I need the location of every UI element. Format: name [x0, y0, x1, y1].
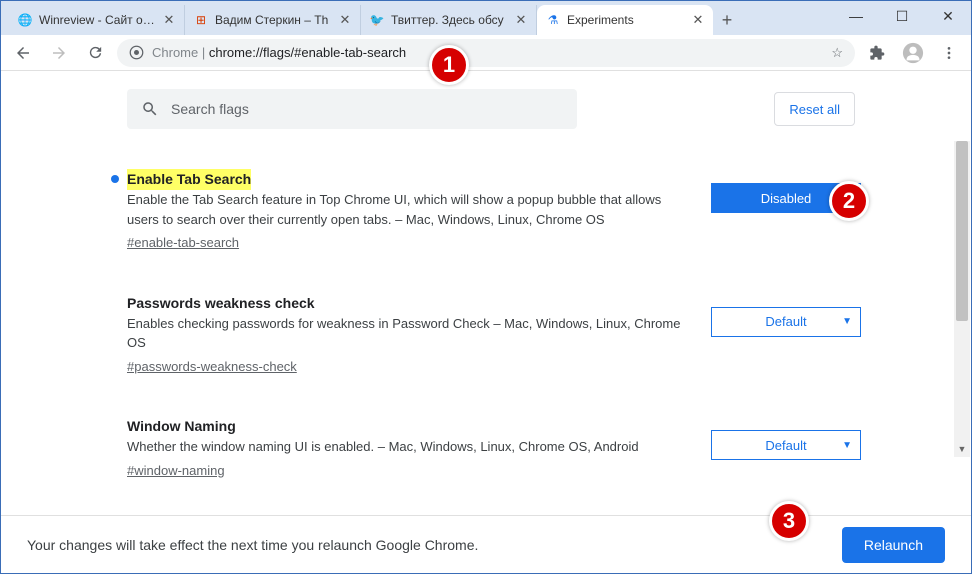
tab-title: Вадим Стеркин – Th: [215, 13, 332, 27]
avatar-icon: [902, 42, 924, 64]
flag-hash-link[interactable]: #window-naming: [127, 461, 225, 481]
flags-scroll[interactable]: Search flags Reset all Enable Tab Search…: [1, 71, 971, 515]
flag-select[interactable]: Default ▼: [711, 430, 861, 460]
puzzle-icon: [869, 45, 885, 61]
modified-dot-icon: [111, 175, 119, 183]
chevron-down-icon: ▼: [842, 316, 852, 327]
flag-select[interactable]: Default ▼: [711, 307, 861, 337]
tab-title: Experiments: [567, 13, 685, 27]
flag-hash-link[interactable]: #enable-tab-search: [127, 233, 239, 253]
close-icon[interactable]: ✕: [162, 13, 176, 27]
profile-button[interactable]: [899, 39, 927, 67]
annotation-badge-2: 2: [829, 181, 869, 221]
arrow-left-icon: [14, 44, 32, 62]
tab-3-active[interactable]: ⚗ Experiments ✕: [537, 5, 713, 35]
arrow-right-icon: [50, 44, 68, 62]
search-placeholder: Search flags: [171, 101, 249, 117]
close-icon[interactable]: ✕: [514, 13, 528, 27]
select-value: Default: [765, 438, 806, 453]
maximize-button[interactable]: ☐: [879, 1, 925, 31]
titlebar: 🌐 Winreview - Сайт о W ✕ ⊞ Вадим Стеркин…: [1, 1, 971, 35]
close-window-button[interactable]: ✕: [925, 1, 971, 31]
flag-desc: Whether the window naming UI is enabled.…: [127, 437, 687, 457]
flag-row: Enable Tab Search Enable the Tab Search …: [127, 169, 945, 253]
relaunch-button[interactable]: Relaunch: [842, 527, 945, 563]
toolbar: Chrome | chrome://flags/#enable-tab-sear…: [1, 35, 971, 71]
twitter-icon: 🐦: [369, 12, 385, 28]
star-icon[interactable]: ☆: [831, 45, 843, 61]
flag-control: Default ▼: [711, 416, 881, 480]
flag-row: Passwords weakness check Enables checkin…: [127, 293, 945, 377]
address-bar[interactable]: Chrome | chrome://flags/#enable-tab-sear…: [117, 39, 855, 67]
kebab-icon: [941, 45, 957, 61]
flask-icon: ⚗: [545, 12, 561, 28]
extensions-button[interactable]: [863, 39, 891, 67]
tab-title: Твиттер. Здесь обсу: [391, 13, 508, 27]
tab-2[interactable]: 🐦 Твиттер. Здесь обсу ✕: [361, 5, 537, 35]
relaunch-footer: Your changes will take effect the next t…: [1, 515, 971, 573]
close-icon[interactable]: ✕: [338, 13, 352, 27]
tab-0[interactable]: 🌐 Winreview - Сайт о W ✕: [9, 5, 185, 35]
flag-row: Window Naming Whether the window naming …: [127, 416, 945, 480]
flag-body: Enable Tab Search Enable the Tab Search …: [127, 169, 687, 253]
flag-title: Enable Tab Search: [127, 169, 251, 190]
forward-button[interactable]: [45, 39, 73, 67]
windows-icon: ⊞: [193, 12, 209, 28]
search-row: Search flags Reset all: [127, 89, 855, 129]
search-icon: [141, 100, 159, 118]
scroll-thumb[interactable]: [956, 141, 968, 321]
flag-hash-link[interactable]: #passwords-weakness-check: [127, 357, 297, 377]
close-icon[interactable]: ✕: [691, 13, 705, 27]
annotation-badge-1: 1: [429, 45, 469, 85]
reload-icon: [87, 44, 104, 61]
content-area: Search flags Reset all Enable Tab Search…: [1, 71, 971, 515]
globe-icon: 🌐: [17, 12, 33, 28]
menu-button[interactable]: [935, 39, 963, 67]
scroll-down-icon[interactable]: ▼: [954, 441, 970, 457]
tab-title: Winreview - Сайт о W: [39, 13, 156, 27]
vertical-scrollbar[interactable]: ▲ ▼: [954, 141, 970, 457]
flag-desc: Enable the Tab Search feature in Top Chr…: [127, 190, 687, 229]
back-button[interactable]: [9, 39, 37, 67]
search-flags-input[interactable]: Search flags: [127, 89, 577, 129]
window-controls: — ☐ ✕: [833, 1, 971, 31]
reset-all-button[interactable]: Reset all: [774, 92, 855, 126]
url-text: Chrome | chrome://flags/#enable-tab-sear…: [152, 45, 823, 60]
flag-title: Passwords weakness check: [127, 293, 315, 314]
flag-title: Window Naming: [127, 416, 236, 437]
chevron-down-icon: ▼: [842, 440, 852, 451]
select-value: Disabled: [761, 191, 812, 206]
reload-button[interactable]: [81, 39, 109, 67]
flag-body: Window Naming Whether the window naming …: [127, 416, 687, 480]
chrome-icon: [129, 45, 144, 60]
flag-control: Default ▼: [711, 293, 881, 377]
tab-1[interactable]: ⊞ Вадим Стеркин – Th ✕: [185, 5, 361, 35]
new-tab-button[interactable]: +: [713, 5, 741, 35]
flag-desc: Enables checking passwords for weakness …: [127, 314, 687, 353]
select-value: Default: [765, 314, 806, 329]
minimize-button[interactable]: —: [833, 1, 879, 31]
flag-body: Passwords weakness check Enables checkin…: [127, 293, 687, 377]
footer-message: Your changes will take effect the next t…: [27, 537, 478, 553]
annotation-badge-3: 3: [769, 501, 809, 541]
